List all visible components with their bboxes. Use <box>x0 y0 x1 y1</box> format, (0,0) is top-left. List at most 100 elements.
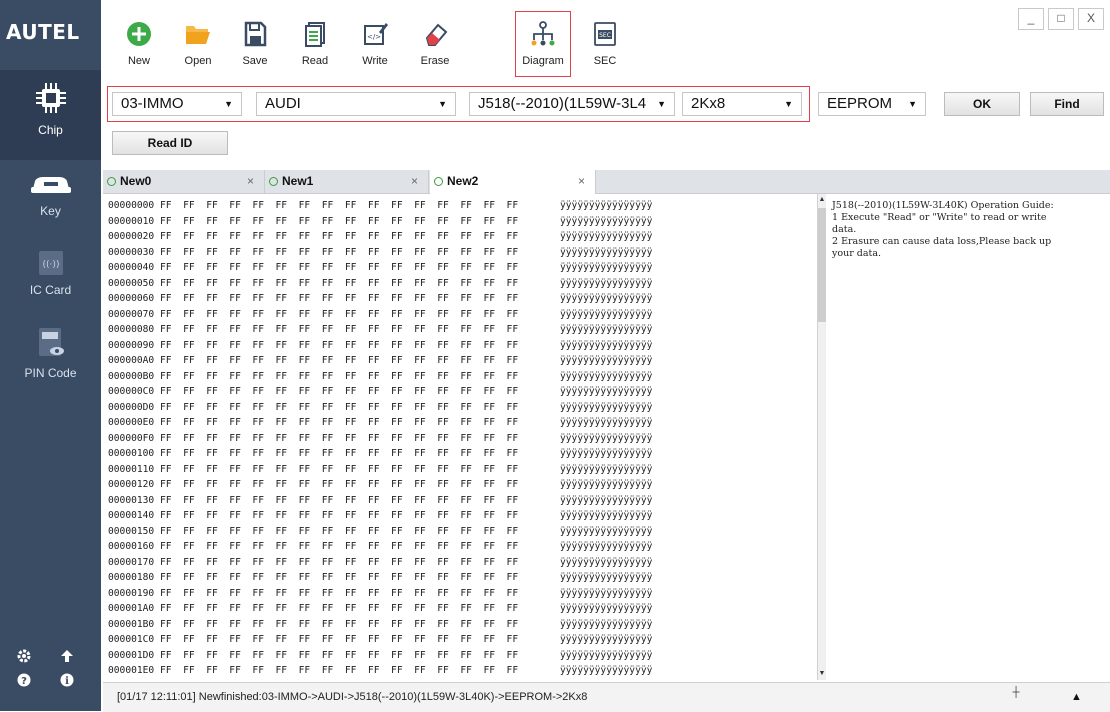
write-button[interactable]: </> Write <box>350 12 400 74</box>
hex-address: 00000160 <box>108 541 155 552</box>
close-button[interactable]: X <box>1078 8 1104 30</box>
splitter-icon[interactable]: ┼ <box>1009 688 1023 705</box>
hex-ascii: ÿÿÿÿÿÿÿÿÿÿÿÿÿÿÿÿ <box>560 603 653 614</box>
hex-row[interactable]: 00000090 FF FF FF FF FF FF FF FF FF FF F… <box>108 339 652 351</box>
hex-bytes: FF FF FF FF FF FF FF FF FF FF FF FF FF F… <box>160 401 519 413</box>
read-button[interactable]: Read <box>290 12 340 74</box>
read-id-button[interactable]: Read ID <box>112 131 228 155</box>
hex-scrollbar[interactable]: ▲ ▼ <box>817 194 826 680</box>
hex-ascii: ÿÿÿÿÿÿÿÿÿÿÿÿÿÿÿÿ <box>560 510 653 521</box>
hex-row[interactable]: 00000040 FF FF FF FF FF FF FF FF FF FF F… <box>108 263 652 273</box>
hex-row[interactable]: 00000070 FF FF FF FF FF FF FF FF FF FF F… <box>108 309 652 320</box>
sidebar-item-chip[interactable]: Chip <box>0 70 101 160</box>
svg-text:((·)): ((·)) <box>42 260 59 270</box>
hex-row[interactable]: 000000A0 FF FF FF FF FF FF FF FF FF FF F… <box>108 356 652 366</box>
minimize-button[interactable]: _ <box>1018 8 1044 30</box>
car-key-icon <box>30 177 71 193</box>
find-button[interactable]: Find <box>1030 92 1104 116</box>
hex-row[interactable]: 00000120 FF FF FF FF FF FF FF FF FF FF F… <box>108 479 652 490</box>
tab-new1[interactable]: New1 × <box>265 170 429 193</box>
hex-row[interactable]: 00000050 FF FF FF FF FF FF FF FF FF FF F… <box>108 278 652 289</box>
size-dropdown[interactable]: 2Kx8 ▼ <box>682 92 802 116</box>
hex-address: 00000140 <box>108 510 155 521</box>
hex-row[interactable]: 00000190 FF FF FF FF FF FF FF FF FF FF F… <box>108 588 652 599</box>
hex-address: 00000120 <box>108 479 155 490</box>
status-dot-icon <box>269 177 278 186</box>
sidebar-item-key[interactable]: Key <box>0 165 101 245</box>
help-icon[interactable]: ? <box>16 673 32 689</box>
info-icon[interactable]: i <box>59 673 75 689</box>
hex-row[interactable]: 000000E0 FF FF FF FF FF FF FF FF FF FF F… <box>108 418 652 428</box>
hex-row[interactable]: 000001E0 FF FF FF FF FF FF FF FF FF FF F… <box>108 666 652 676</box>
new-button[interactable]: New <box>114 12 164 74</box>
hex-row[interactable]: 00000130 FF FF FF FF FF FF FF FF FF FF F… <box>108 494 652 506</box>
status-message: [01/17 12:11:01] Newfinished:03-IMMO->AU… <box>117 691 588 703</box>
hex-row[interactable]: 00000150 FF FF FF FF FF FF FF FF FF FF F… <box>108 525 652 537</box>
scroll-down-arrow-icon[interactable]: ▼ <box>818 668 826 680</box>
hex-bytes: FF FF FF FF FF FF FF FF FF FF FF FF FF F… <box>160 200 519 211</box>
hex-address: 00000130 <box>108 494 155 506</box>
brand-dropdown[interactable]: AUDI ▼ <box>256 92 456 116</box>
hex-bytes: FF FF FF FF FF FF FF FF FF FF FF FF FF F… <box>160 479 519 490</box>
hex-address: 000000D0 <box>108 401 155 413</box>
open-button[interactable]: Open <box>173 12 223 74</box>
sidebar-item-pin-code[interactable]: PIN Code <box>0 325 101 395</box>
hex-row[interactable]: 00000160 FF FF FF FF FF FF FF FF FF FF F… <box>108 541 652 552</box>
hex-editor[interactable]: 00000000 FF FF FF FF FF FF FF FF FF FF F… <box>103 194 819 680</box>
hex-ascii: ÿÿÿÿÿÿÿÿÿÿÿÿÿÿÿÿ <box>560 308 653 320</box>
hex-ascii: ÿÿÿÿÿÿÿÿÿÿÿÿÿÿÿÿ <box>560 479 653 490</box>
hex-row[interactable]: 00000080 FF FF FF FF FF FF FF FF FF FF F… <box>108 325 652 335</box>
scroll-up-arrow-icon[interactable]: ▲ <box>818 194 826 206</box>
ok-button[interactable]: OK <box>944 92 1020 116</box>
hex-row[interactable]: 000000B0 FF FF FF FF FF FF FF FF FF FF F… <box>108 371 652 382</box>
hex-row[interactable]: 000001A0 FF FF FF FF FF FF FF FF FF FF F… <box>108 604 652 614</box>
sec-button[interactable]: SEC SEC <box>580 12 630 74</box>
save-button[interactable]: Save <box>230 12 280 74</box>
model-dropdown[interactable]: J518(--2010)(1L59W-3L4 ▼ <box>469 92 675 116</box>
hex-row[interactable]: 00000100 FF FF FF FF FF FF FF FF FF FF F… <box>108 448 652 459</box>
hex-ascii: ÿÿÿÿÿÿÿÿÿÿÿÿÿÿÿÿ <box>560 541 653 552</box>
hex-row[interactable]: 00000170 FF FF FF FF FF FF FF FF FF FF F… <box>108 557 652 568</box>
hex-row[interactable]: 00000000 FF FF FF FF FF FF FF FF FF FF F… <box>108 200 652 211</box>
hex-address: 00000030 <box>108 246 155 258</box>
settings-icon[interactable] <box>16 649 32 665</box>
hex-bytes: FF FF FF FF FF FF FF FF FF FF FF FF FF F… <box>160 494 519 506</box>
close-tab-icon[interactable]: × <box>411 170 418 193</box>
upload-icon[interactable] <box>59 649 75 665</box>
eraser-icon <box>425 23 448 46</box>
close-tab-icon[interactable]: × <box>578 170 585 193</box>
autel-logo: AUTEL <box>6 20 80 44</box>
hex-row[interactable]: 000000D0 FF FF FF FF FF FF FF FF FF FF F… <box>108 401 652 413</box>
category-dropdown[interactable]: 03-IMMO ▼ <box>112 92 242 116</box>
tab-new2[interactable]: New2 × <box>430 170 596 194</box>
sidebar-item-ic-card[interactable]: ((·)) IC Card <box>0 248 101 318</box>
scrollbar-thumb[interactable] <box>818 208 826 322</box>
erase-button[interactable]: Erase <box>410 12 460 74</box>
hex-row[interactable]: 00000180 FF FF FF FF FF FF FF FF FF FF F… <box>108 572 652 583</box>
hex-bytes: FF FF FF FF FF FF FF FF FF FF FF FF FF F… <box>160 634 519 645</box>
close-tab-icon[interactable]: × <box>247 170 254 193</box>
hex-row[interactable]: 000000F0 FF FF FF FF FF FF FF FF FF FF F… <box>108 433 652 444</box>
hex-row[interactable]: 00000060 FF FF FF FF FF FF FF FF FF FF F… <box>108 294 652 304</box>
hex-row[interactable]: 000001D0 FF FF FF FF FF FF FF FF FF FF F… <box>108 650 652 661</box>
svg-text:</>: </> <box>367 33 381 41</box>
hex-row[interactable]: 000001C0 FF FF FF FF FF FF FF FF FF FF F… <box>108 634 652 645</box>
hex-row[interactable]: 00000140 FF FF FF FF FF FF FF FF FF FF F… <box>108 510 652 521</box>
hex-address: 00000110 <box>108 463 155 475</box>
hex-bytes: FF FF FF FF FF FF FF FF FF FF FF FF FF F… <box>160 572 519 583</box>
hex-row[interactable]: 00000010 FF FF FF FF FF FF FF FF FF FF F… <box>108 216 652 227</box>
hex-address: 00000100 <box>108 448 155 459</box>
hex-row[interactable]: 00000110 FF FF FF FF FF FF FF FF FF FF F… <box>108 463 652 475</box>
hex-row[interactable]: 00000030 FF FF FF FF FF FF FF FF FF FF F… <box>108 246 652 258</box>
hex-address: 00000090 <box>108 339 155 351</box>
hex-row[interactable]: 000000C0 FF FF FF FF FF FF FF FF FF FF F… <box>108 387 652 397</box>
guide-line: data. <box>832 224 857 235</box>
expand-up-icon[interactable]: ▲ <box>1071 683 1082 711</box>
hex-row[interactable]: 000001B0 FF FF FF FF FF FF FF FF FF FF F… <box>108 619 652 630</box>
tab-new0[interactable]: New0 × <box>103 170 265 193</box>
chip-type-dropdown[interactable]: EEPROM ▼ <box>818 92 926 116</box>
maximize-button[interactable]: □ <box>1048 8 1074 30</box>
diagram-button[interactable]: Diagram <box>515 11 571 77</box>
hex-row[interactable]: 00000020 FF FF FF FF FF FF FF FF FF FF F… <box>108 232 652 242</box>
hex-address: 00000150 <box>108 525 155 537</box>
